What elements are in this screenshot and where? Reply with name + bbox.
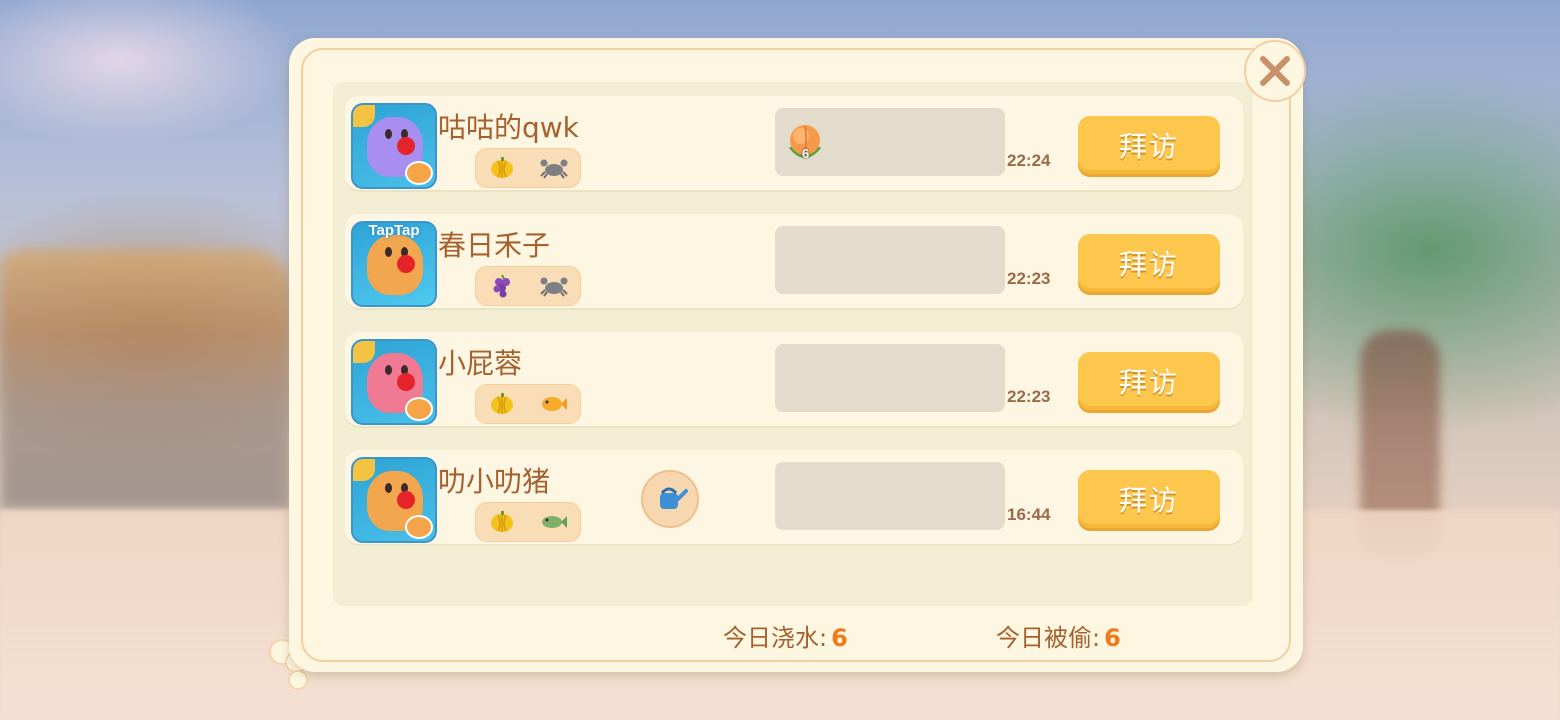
gift-slot[interactable] (775, 344, 1005, 412)
visit-button[interactable]: 拜访 (1078, 352, 1220, 410)
friend-name: 叻小叻猪 (438, 465, 551, 498)
pumpkin-icon (487, 509, 517, 535)
visit-button[interactable]: 拜访 (1078, 234, 1220, 292)
friend-tags (475, 384, 581, 424)
grape-icon (487, 273, 517, 299)
friend-row: 咕咕的qwk 6 22:24 拜访 (345, 96, 1243, 190)
avatar[interactable] (351, 457, 437, 543)
visit-time: 22:23 (1007, 269, 1051, 288)
background-house (0, 250, 290, 510)
crab-icon (539, 155, 569, 181)
visit-button[interactable]: 拜访 (1078, 116, 1220, 174)
close-button[interactable] (1244, 40, 1306, 102)
friend-tags (475, 148, 581, 188)
avatar[interactable] (351, 103, 437, 189)
avatar-eye (385, 247, 392, 257)
avatar-nose (397, 137, 415, 155)
avatar-eye (385, 483, 392, 493)
friend-tags (475, 502, 581, 542)
avatar-nose (397, 255, 415, 273)
friend-tags (475, 266, 581, 306)
today-stolen-stat: 今日被偷: 6 (996, 618, 1121, 653)
gift-slot[interactable] (775, 462, 1005, 530)
avatar[interactable]: TapTap (351, 221, 437, 307)
friend-row: 小屁蓉 22:23 拜访 (345, 332, 1243, 426)
gift-slot[interactable] (775, 226, 1005, 294)
avatar-sprout-badge (405, 397, 433, 421)
friends-panel: 咕咕的qwk 6 22:24 拜访 TapTap 春日禾子 22:23 拜访 小… (289, 38, 1306, 672)
taptap-logo: TapTap (368, 222, 420, 239)
avatar-eye (385, 129, 392, 139)
visit-time: 16:44 (1007, 505, 1051, 524)
avatar-sprout-badge (405, 161, 433, 185)
friend-name: 咕咕的qwk (438, 111, 579, 144)
green-fish-icon (539, 509, 569, 535)
pumpkin-icon (487, 155, 517, 181)
watering-can-icon[interactable] (641, 470, 699, 528)
gift-count: 6 (802, 146, 810, 161)
close-icon (1260, 56, 1290, 86)
avatar-sprout-badge (405, 515, 433, 539)
goldfish-icon (539, 391, 569, 417)
visit-time: 22:23 (1007, 387, 1051, 406)
avatar-nose (397, 373, 415, 391)
friend-name: 小屁蓉 (438, 347, 523, 380)
pumpkin-icon (487, 391, 517, 417)
today-stolen-label: 今日被偷: (996, 624, 1101, 652)
today-stolen-value: 6 (1104, 624, 1121, 652)
avatar-nose (397, 491, 415, 509)
today-water-stat: 今日浇水: 6 (723, 618, 848, 653)
crab-icon (539, 273, 569, 299)
friend-name: 春日禾子 (438, 229, 551, 262)
avatar-star-badge (353, 459, 375, 481)
visit-button[interactable]: 拜访 (1078, 470, 1220, 528)
visit-time: 22:24 (1007, 151, 1051, 170)
friend-row: 叻小叻猪 16:44 拜访 (345, 450, 1243, 544)
avatar-eye (385, 365, 392, 375)
avatar-star-badge (353, 105, 375, 127)
gift-slot[interactable]: 6 (775, 108, 1005, 176)
today-water-value: 6 (831, 624, 848, 652)
avatar[interactable] (351, 339, 437, 425)
today-water-label: 今日浇水: (723, 624, 828, 652)
avatar-star-badge (353, 341, 375, 363)
friend-row: TapTap 春日禾子 22:23 拜访 (345, 214, 1243, 308)
